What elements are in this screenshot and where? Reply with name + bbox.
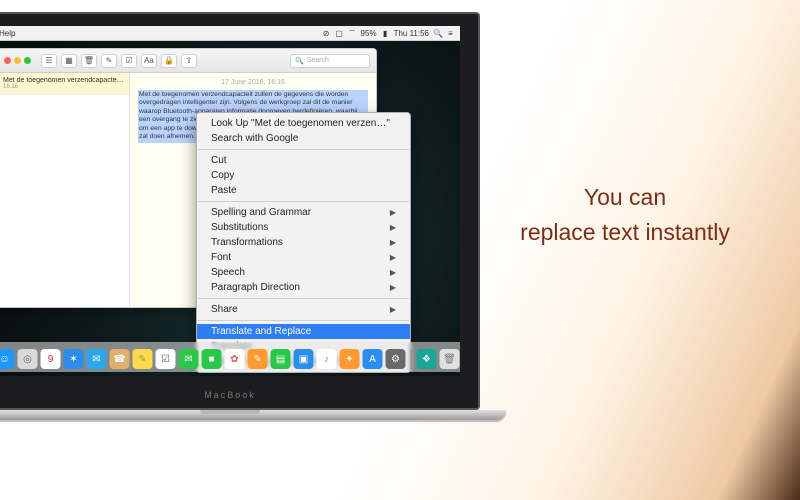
note-date-header: 17 June 2016, 16:16: [138, 79, 368, 86]
cm-paragraph-direction[interactable]: Paragraph Direction▶: [197, 280, 410, 295]
note-item-date: 16:16: [3, 84, 124, 90]
dock-pages-icon[interactable]: ✎: [248, 349, 268, 369]
battery-percent[interactable]: 95%: [361, 29, 377, 38]
spotlight-icon[interactable]: 🔍: [433, 29, 442, 38]
chevron-right-icon: ▶: [390, 253, 396, 262]
close-button[interactable]: [4, 57, 11, 64]
tagline-line-2: replace text instantly: [490, 215, 760, 250]
checklist-button[interactable]: ☑: [121, 54, 137, 68]
dock-preferences-icon[interactable]: ⚙: [386, 349, 406, 369]
cm-paste[interactable]: Paste: [197, 183, 410, 198]
macbook-base: [0, 410, 506, 420]
macbook-label: MacBook: [204, 390, 256, 400]
dock-numbers-icon[interactable]: ▤: [271, 349, 291, 369]
dock-contacts-icon[interactable]: ☎: [110, 349, 130, 369]
cm-spelling[interactable]: Spelling and Grammar▶: [197, 205, 410, 220]
cm-font[interactable]: Font▶: [197, 250, 410, 265]
context-menu: Look Up "Met de toegenomen verzen…" Sear…: [196, 112, 411, 373]
chevron-right-icon: ▶: [390, 238, 396, 247]
cm-speech[interactable]: Speech▶: [197, 265, 410, 280]
grid-view-button[interactable]: ▦: [61, 54, 77, 68]
cm-copy[interactable]: Copy: [197, 168, 410, 183]
macbook-frame: Help ⊘ ▢ ⌔ 95% ▮ Thu 11:56 🔍 ≡: [0, 12, 480, 420]
dock-ibooks-icon[interactable]: ✦: [340, 349, 360, 369]
dock-keynote-icon[interactable]: ▣: [294, 349, 314, 369]
search-icon: 🔍: [295, 57, 304, 65]
dock-facetime-icon[interactable]: ■: [202, 349, 222, 369]
dock-notes-icon[interactable]: ✎: [133, 349, 153, 369]
share-button[interactable]: ⇪: [181, 54, 197, 68]
marketing-tagline: You can replace text instantly: [490, 180, 760, 249]
do-not-disturb-icon[interactable]: ⊘: [322, 29, 331, 38]
chevron-right-icon: ▶: [390, 223, 396, 232]
list-view-button[interactable]: ☰: [41, 54, 57, 68]
dock-safari-icon[interactable]: ✶: [64, 349, 84, 369]
cm-separator: [198, 149, 409, 150]
chevron-right-icon: ▶: [390, 283, 396, 292]
notes-toolbar: ☰ ▦ 🗑 ✎ ☑ Aa 🔒 ⇪ 🔍 Search: [0, 49, 376, 73]
delete-button[interactable]: 🗑: [81, 54, 97, 68]
minimize-button[interactable]: [14, 57, 21, 64]
dock-app-icon[interactable]: ❖: [417, 349, 437, 369]
chevron-right-icon: ▶: [390, 305, 396, 314]
new-note-button[interactable]: ✎: [101, 54, 117, 68]
cm-separator: [198, 201, 409, 202]
cm-separator: [198, 298, 409, 299]
format-button[interactable]: Aa: [141, 54, 157, 68]
menubar-help[interactable]: Help: [0, 29, 15, 38]
dock-messages-icon[interactable]: ✉: [179, 349, 199, 369]
notes-sidebar-list[interactable]: Met de toegenomen verzendcapacteit zulle…: [0, 73, 130, 307]
macos-dock: ☺ ◎ 9 ✶ ✉ ☎ ✎ ☑ ✉ ■ ✿ ✎ ▤ ▣ ♪ ✦ A ⚙ ❖ �: [0, 342, 460, 372]
dock-itunes-icon[interactable]: ♪: [317, 349, 337, 369]
dock-mail-icon[interactable]: ✉: [87, 349, 107, 369]
lock-button[interactable]: 🔒: [161, 54, 177, 68]
display-icon[interactable]: ▢: [335, 29, 344, 38]
battery-icon[interactable]: ▮: [381, 29, 390, 38]
cm-separator: [198, 320, 409, 321]
macbook-bezel: Help ⊘ ▢ ⌔ 95% ▮ Thu 11:56 🔍 ≡: [0, 12, 480, 410]
note-list-item[interactable]: Met de toegenomen verzendcapacteit zulle…: [0, 73, 129, 95]
dock-photos-icon[interactable]: ✿: [225, 349, 245, 369]
cm-look-up[interactable]: Look Up "Met de toegenomen verzen…": [197, 116, 410, 131]
search-placeholder: Search: [307, 57, 329, 64]
macos-menubar: Help ⊘ ▢ ⌔ 95% ▮ Thu 11:56 🔍 ≡: [0, 26, 460, 41]
dock-appstore-icon[interactable]: A: [363, 349, 383, 369]
cm-translate-and-replace[interactable]: Translate and Replace: [197, 324, 410, 339]
notes-search-input[interactable]: 🔍 Search: [290, 54, 370, 68]
window-traffic-lights[interactable]: [4, 57, 31, 64]
dock-trash-icon[interactable]: 🗑: [440, 349, 460, 369]
cm-share[interactable]: Share▶: [197, 302, 410, 317]
menubar-clock[interactable]: Thu 11:56: [394, 29, 429, 38]
cm-substitutions[interactable]: Substitutions▶: [197, 220, 410, 235]
dock-launchpad-icon[interactable]: ◎: [18, 349, 38, 369]
dock-reminders-icon[interactable]: ☑: [156, 349, 176, 369]
chevron-right-icon: ▶: [390, 268, 396, 277]
dock-finder-icon[interactable]: ☺: [0, 349, 15, 369]
note-item-title: Met de toegenomen verzendcapacteit zulle…: [3, 77, 124, 84]
cm-cut[interactable]: Cut: [197, 153, 410, 168]
zoom-button[interactable]: [24, 57, 31, 64]
cm-transformations[interactable]: Transformations▶: [197, 235, 410, 250]
dock-separator: [411, 349, 412, 369]
tagline-line-1: You can: [490, 180, 760, 215]
macbook-screen: Help ⊘ ▢ ⌔ 95% ▮ Thu 11:56 🔍 ≡: [0, 26, 460, 376]
wifi-icon[interactable]: ⌔: [348, 28, 357, 38]
chevron-right-icon: ▶: [390, 208, 396, 217]
cm-search-google[interactable]: Search with Google: [197, 131, 410, 146]
dock-calendar-icon[interactable]: 9: [41, 349, 61, 369]
notification-icon[interactable]: ≡: [446, 29, 455, 38]
